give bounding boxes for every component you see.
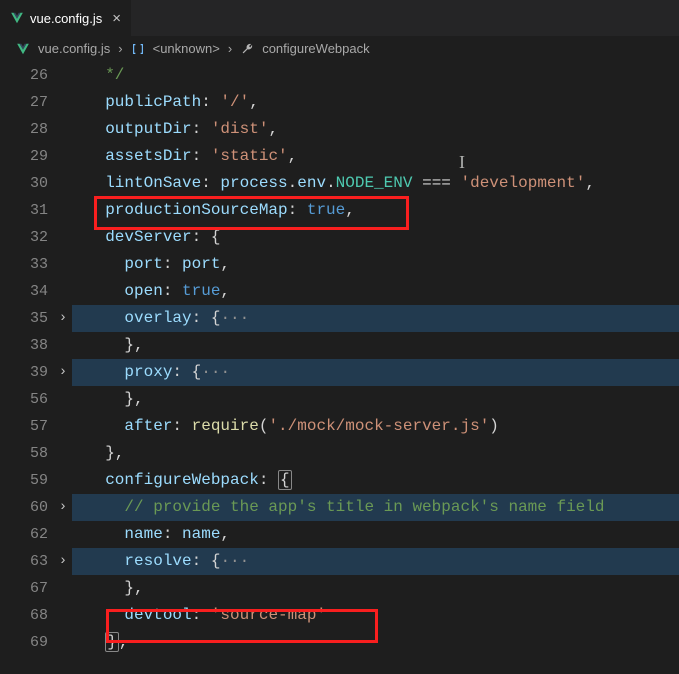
code-line: 56 }, [0, 386, 679, 413]
breadcrumb-symbol-1: <unknown> [153, 41, 220, 56]
code-line: 39› proxy: {··· [0, 359, 679, 386]
fold-icon[interactable]: › [54, 494, 72, 521]
code-line: 29 assetsDir: 'static', [0, 143, 679, 170]
code-line: 26 */ [0, 62, 679, 89]
breadcrumb-symbol-2: configureWebpack [262, 41, 369, 56]
code-line: 33 port: port, [0, 251, 679, 278]
code-line: 31 productionSourceMap: true, [0, 197, 679, 224]
code-line: 69 }, [0, 629, 679, 656]
code-line: 68 devtool: 'source-map' [0, 602, 679, 629]
chevron-right-icon: › [228, 41, 232, 56]
code-line: 34 open: true, [0, 278, 679, 305]
tab-bar: vue.config.js × [0, 0, 679, 36]
code-line: 59 configureWebpack: { [0, 467, 679, 494]
code-line: 27 publicPath: '/', [0, 89, 679, 116]
code-editor[interactable]: 26 */ 27 publicPath: '/', 28 outputDir: … [0, 62, 679, 656]
breadcrumb[interactable]: vue.config.js › <unknown> › configureWeb… [0, 36, 679, 62]
code-line: 30 lintOnSave: process.env.NODE_ENV === … [0, 170, 679, 197]
code-line: 57 after: require('./mock/mock-server.js… [0, 413, 679, 440]
fold-icon[interactable]: › [54, 305, 72, 332]
wrench-icon [240, 42, 254, 56]
code-line: 67 }, [0, 575, 679, 602]
code-line: 35› overlay: {··· [0, 305, 679, 332]
code-line: 32 devServer: { [0, 224, 679, 251]
fold-icon[interactable]: › [54, 359, 72, 386]
close-icon[interactable]: × [112, 10, 121, 27]
code-line: 38 }, [0, 332, 679, 359]
chevron-right-icon: › [118, 41, 122, 56]
code-line: 63› resolve: {··· [0, 548, 679, 575]
text-cursor-icon: I [459, 152, 465, 173]
code-line: 60› // provide the app's title in webpac… [0, 494, 679, 521]
symbol-icon [131, 42, 145, 56]
tab-vue-config[interactable]: vue.config.js × [0, 0, 132, 36]
fold-icon[interactable]: › [54, 548, 72, 575]
vue-file-icon [16, 42, 30, 56]
code-line: 62 name: name, [0, 521, 679, 548]
tab-label: vue.config.js [30, 11, 102, 26]
code-line: 58 }, [0, 440, 679, 467]
code-line: 28 outputDir: 'dist', [0, 116, 679, 143]
breadcrumb-file: vue.config.js [38, 41, 110, 56]
vue-file-icon [10, 11, 24, 25]
